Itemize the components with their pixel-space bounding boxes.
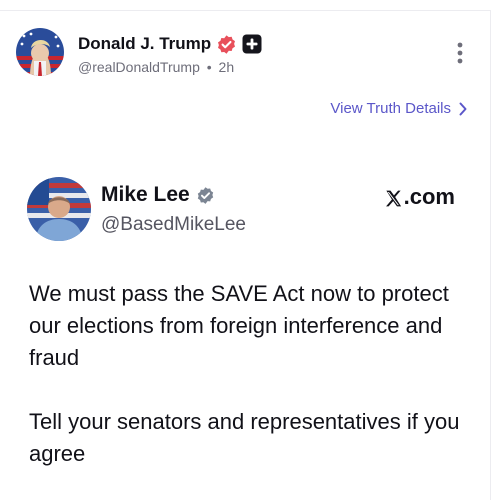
- embed-author-block: Mike Lee @BasedMikeLee: [101, 183, 246, 236]
- meta-separator: •: [206, 59, 212, 75]
- view-truth-details-link[interactable]: View Truth Details: [330, 100, 467, 117]
- embed-author-handle[interactable]: @BasedMikeLee: [101, 214, 246, 236]
- plus-icon: [242, 34, 262, 54]
- embed-verified-icon: [196, 186, 215, 205]
- post-header: Donald J. Trump @realDonaldTrump • 2h: [16, 28, 473, 84]
- top-divider: [0, 10, 491, 11]
- x-logo-icon: [384, 188, 403, 207]
- author-name[interactable]: Donald J. Trump: [78, 34, 211, 54]
- embed-paragraph: We must pass the SAVE Act now to protect…: [29, 281, 449, 370]
- x-source-label: .com: [403, 184, 455, 209]
- author-block: Donald J. Trump @realDonaldTrump • 2h: [78, 32, 262, 75]
- chevron-right-icon: [459, 102, 467, 116]
- x-source-link[interactable]: .com: [384, 184, 455, 210]
- author-meta: @realDonaldTrump • 2h: [78, 59, 262, 75]
- embed-post-text: We must pass the SAVE Act now to protect…: [29, 278, 469, 470]
- post-time: 2h: [218, 59, 235, 75]
- verified-icon: [216, 34, 237, 55]
- embed-paragraph: Tell your senators and representatives i…: [29, 409, 460, 466]
- more-vertical-icon[interactable]: [455, 40, 465, 66]
- embed-author-name[interactable]: Mike Lee: [101, 183, 190, 207]
- view-truth-details-label: View Truth Details: [330, 100, 451, 117]
- author-avatar[interactable]: [16, 28, 64, 76]
- embed-author-avatar[interactable]: [27, 177, 91, 241]
- author-handle[interactable]: @realDonaldTrump: [78, 59, 200, 75]
